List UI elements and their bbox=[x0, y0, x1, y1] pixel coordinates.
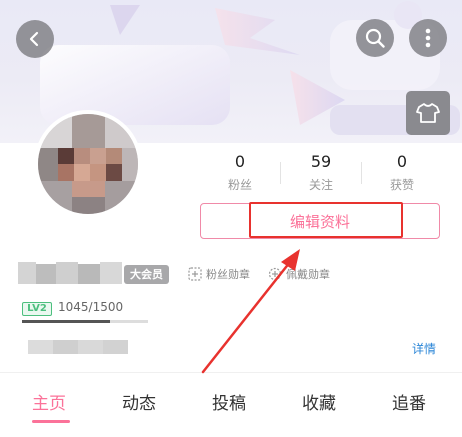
vip-badge[interactable]: 大会员 bbox=[124, 265, 169, 284]
tab-uploads[interactable]: 投稿 bbox=[212, 389, 246, 414]
tab-favorites[interactable]: 收藏 bbox=[302, 389, 336, 414]
wear-medal-label: 佩戴勋章 bbox=[286, 268, 330, 281]
experience-bar-fill bbox=[22, 320, 110, 323]
username-blurred bbox=[18, 262, 122, 284]
fans-count: 0 bbox=[234, 152, 246, 171]
profile-tabs: 主页 动态 投稿 收藏 追番 bbox=[0, 372, 462, 437]
avatar-image bbox=[38, 114, 138, 214]
following-count: 59 bbox=[310, 152, 332, 171]
tshirt-icon bbox=[416, 103, 440, 123]
following-label: 关注 bbox=[308, 178, 333, 192]
tab-bangumi[interactable]: 追番 bbox=[392, 389, 426, 414]
stat-likes[interactable]: 0 获赞 bbox=[362, 152, 442, 194]
annotation-highlight-box bbox=[249, 202, 403, 238]
more-button[interactable] bbox=[409, 19, 447, 57]
signature-blurred bbox=[28, 340, 128, 354]
tab-dynamics[interactable]: 动态 bbox=[122, 389, 156, 414]
search-icon bbox=[365, 28, 385, 48]
search-button[interactable] bbox=[356, 19, 394, 57]
wear-medal-button[interactable]: 佩戴勋章 bbox=[268, 264, 330, 284]
back-arrow-icon bbox=[29, 31, 39, 47]
level-badge: LV2 bbox=[22, 302, 52, 316]
likes-label: 获赞 bbox=[389, 178, 414, 192]
likes-count: 0 bbox=[396, 152, 408, 171]
fans-label: 粉丝 bbox=[227, 178, 252, 192]
more-vertical-icon bbox=[425, 28, 431, 48]
change-skin-button[interactable] bbox=[406, 91, 450, 135]
active-tab-indicator bbox=[32, 420, 70, 423]
tab-home[interactable]: 主页 bbox=[32, 389, 66, 414]
medal-icon bbox=[188, 267, 202, 281]
fan-medal-button[interactable]: 粉丝勋章 bbox=[188, 264, 250, 284]
wear-medal-icon bbox=[268, 267, 282, 281]
stat-fans[interactable]: 0 粉丝 bbox=[200, 152, 280, 194]
avatar[interactable] bbox=[34, 110, 142, 218]
experience-text: 1045/1500 bbox=[58, 300, 124, 314]
stat-following[interactable]: 59 关注 bbox=[281, 152, 361, 194]
details-link[interactable]: 详情 bbox=[412, 340, 436, 357]
back-button[interactable] bbox=[16, 20, 54, 58]
fan-medal-label: 粉丝勋章 bbox=[206, 268, 250, 281]
